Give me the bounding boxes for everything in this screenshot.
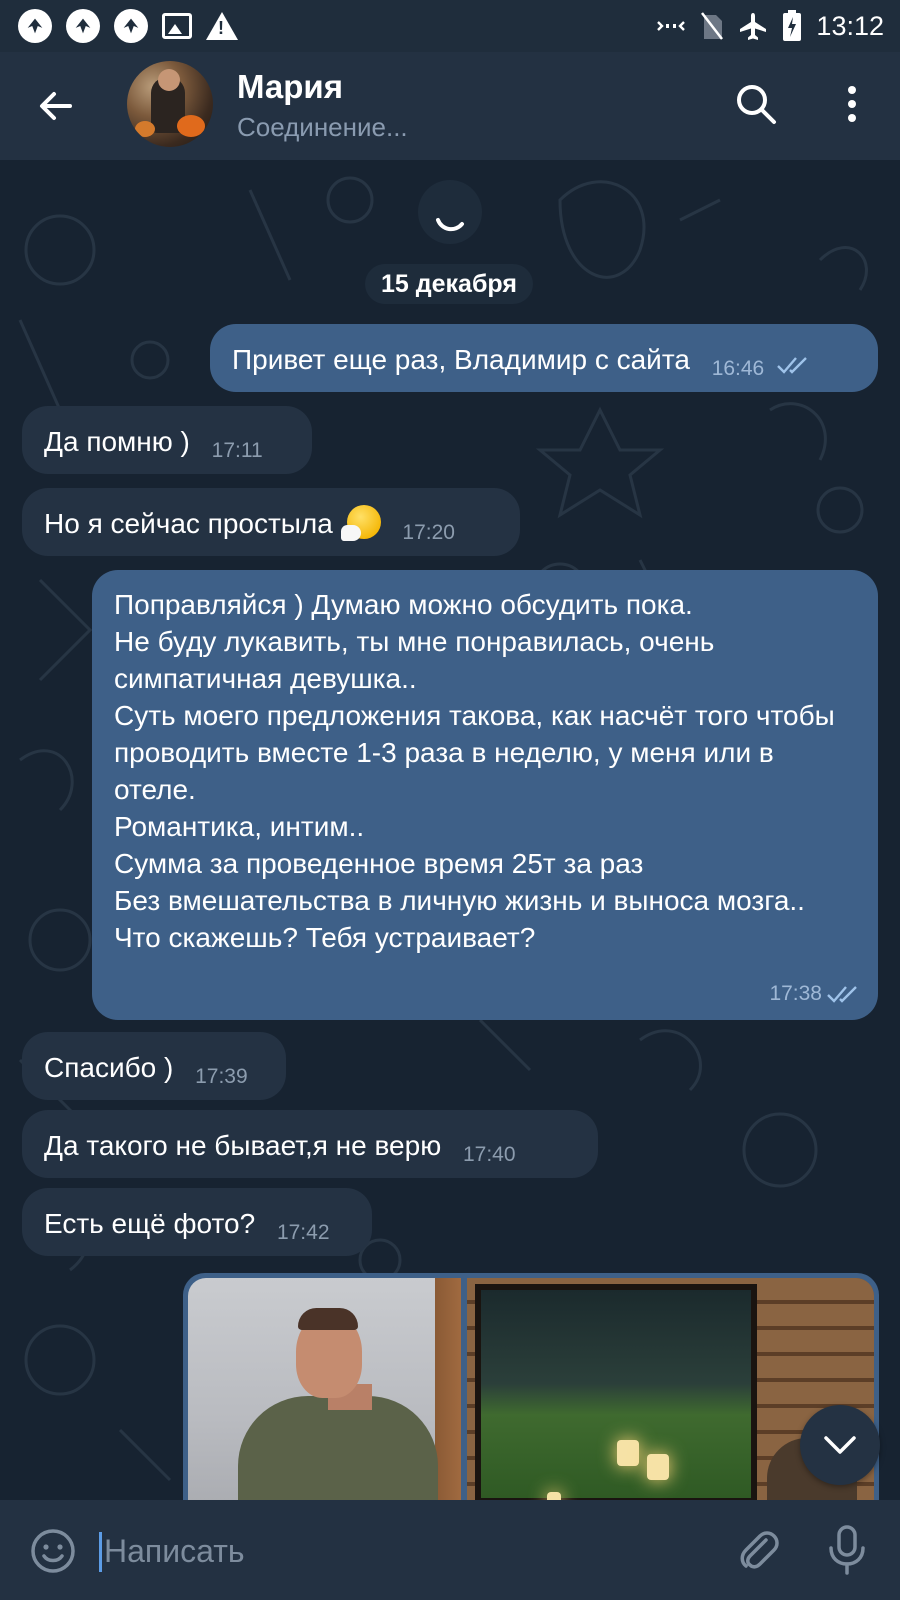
message-time: 17:40 <box>462 1143 516 1166</box>
chevron-down-icon <box>824 1436 856 1454</box>
search-icon[interactable] <box>734 82 778 126</box>
outgoing-photo-album[interactable] <box>183 1273 879 1500</box>
avatar-pumpkin <box>177 115 205 137</box>
no-sim-icon <box>700 11 724 41</box>
vibrate-icon <box>656 14 686 38</box>
message-text: Привет еще раз, Владимир с сайта <box>232 344 690 375</box>
avatar-head <box>158 69 180 91</box>
text-caret <box>99 1532 102 1572</box>
connection-status: Соединение... <box>237 112 408 142</box>
paperclip-icon[interactable] <box>734 1526 782 1574</box>
app-notification-icon <box>114 9 148 43</box>
message-time: 17:39 <box>195 1065 248 1088</box>
status-left-icons: ! <box>18 9 238 43</box>
avatar-pumpkin <box>135 121 155 137</box>
message-text: Поправляйся ) Думаю можно обсудить пока.… <box>114 589 835 953</box>
back-arrow-icon[interactable] <box>34 84 78 128</box>
message-time: 17:20 <box>402 521 455 544</box>
message-text: Но я сейчас простыла <box>44 508 333 539</box>
incoming-message[interactable]: Но я сейчас простыла 17:20 <box>22 488 520 556</box>
contact-name[interactable]: Мария <box>237 68 343 106</box>
message-time: 16:46 <box>711 357 765 380</box>
outgoing-message[interactable]: Привет еще раз, Владимир с сайта 16:46 <box>210 324 878 392</box>
battery-charging-icon <box>782 10 802 42</box>
message-meta: 17:38 <box>755 975 862 1012</box>
read-receipt-icon <box>777 357 807 374</box>
app-notification-icon <box>18 9 52 43</box>
loading-spinner <box>418 180 482 244</box>
message-text: Есть ещё фото? <box>44 1208 256 1239</box>
outgoing-message[interactable]: Поправляйся ) Думаю можно обсудить пока.… <box>92 570 878 1020</box>
incoming-message[interactable]: Да помню ) 17:11 <box>22 406 312 474</box>
microphone-icon[interactable] <box>825 1524 869 1576</box>
message-time: 17:42 <box>276 1221 330 1244</box>
message-list[interactable]: 15 декабря Привет еще раз, Владимир с са… <box>0 160 900 1500</box>
incoming-message[interactable]: Спасибо ) 17:39 <box>22 1032 286 1100</box>
message-text: Спасибо ) <box>44 1052 174 1083</box>
message-time: 17:38 <box>769 982 822 1005</box>
photo-thumbnail[interactable] <box>188 1278 462 1500</box>
message-time: 17:11 <box>211 439 263 462</box>
message-text: Да такого не бывает,я не верю <box>44 1130 442 1161</box>
chat-header: Мария Соединение... <box>0 52 900 160</box>
image-icon <box>162 13 192 39</box>
incoming-message[interactable]: Да такого не бывает,я не верю 17:40 <box>22 1110 598 1178</box>
status-bar: ! 13:12 <box>0 0 900 52</box>
message-input[interactable] <box>104 1526 704 1576</box>
read-receipt-icon <box>827 985 857 1003</box>
app-notification-icon <box>66 9 100 43</box>
clock: 13:12 <box>816 10 884 41</box>
more-options-icon[interactable] <box>832 80 872 128</box>
date-separator: 15 декабря <box>365 264 533 304</box>
incoming-message[interactable]: Есть ещё фото? 17:42 <box>22 1188 372 1256</box>
message-text: Да помню ) <box>44 426 190 457</box>
message-composer <box>0 1500 900 1600</box>
sneezing-face-emoji <box>340 505 381 541</box>
status-right-icons: 13:12 <box>656 10 884 42</box>
emoji-icon[interactable] <box>30 1528 76 1574</box>
airplane-mode-icon <box>738 11 768 41</box>
warning-icon: ! <box>206 12 238 40</box>
scroll-to-bottom-button[interactable] <box>800 1405 880 1485</box>
avatar[interactable] <box>127 61 213 147</box>
